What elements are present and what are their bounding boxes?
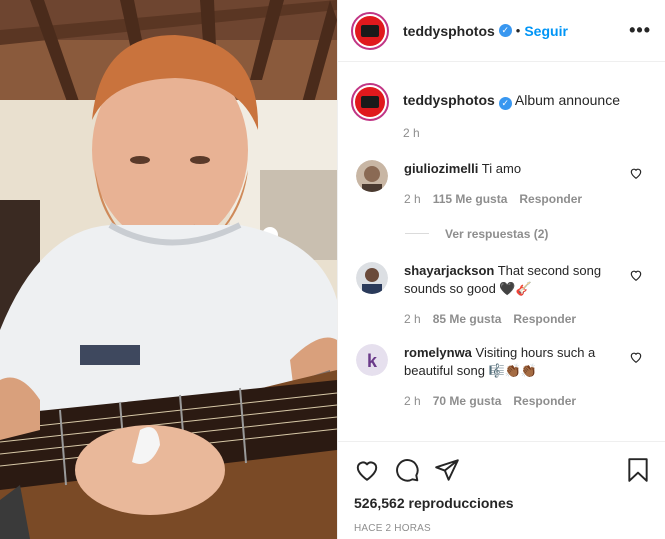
share-icon[interactable] (434, 457, 460, 483)
reply-button[interactable]: Responder (513, 310, 576, 328)
like-comment-icon[interactable] (629, 268, 643, 282)
reply-button[interactable]: Responder (513, 392, 576, 410)
post-header: teddysphotos ✓ • Seguir ••• (338, 0, 665, 62)
svg-text:k: k (367, 351, 378, 371)
more-options-icon[interactable]: ••• (629, 20, 651, 41)
verified-icon: ✓ (498, 24, 512, 37)
post-panel: teddysphotos ✓ • Seguir ••• teddysphotos… (337, 0, 665, 539)
caption-time[interactable]: 2 h (403, 124, 620, 142)
like-comment-icon[interactable] (629, 166, 643, 180)
author-username[interactable]: teddysphotos (403, 23, 495, 39)
comment: shayarjackson That second song sounds so… (351, 261, 651, 328)
follow-button[interactable]: Seguir (524, 23, 568, 39)
comment-time[interactable]: 2 h (404, 190, 421, 208)
caption-username[interactable]: teddysphotos (403, 92, 495, 108)
verified-icon: ✓ (498, 96, 512, 110)
heart-icon[interactable] (354, 457, 380, 483)
comment-time[interactable]: 2 h (404, 392, 421, 410)
comment: k romelynwa Visiting hours such a beauti… (351, 343, 651, 410)
comment-username[interactable]: romelynwa (404, 345, 472, 360)
comment-likes[interactable]: 115 Me gusta (433, 190, 508, 208)
comments-section[interactable]: teddysphotos ✓ Album announce 2 h giulioz… (338, 63, 665, 441)
caption-text: Album announce (514, 92, 620, 108)
comment-time[interactable]: 2 h (404, 310, 421, 328)
commenter-avatar[interactable] (356, 261, 388, 294)
comment-username[interactable]: shayarjackson (404, 263, 494, 278)
comment-username[interactable]: giuliozimelli (404, 161, 478, 176)
post-video[interactable] (0, 0, 337, 539)
views-count[interactable]: 526,562 reproducciones (354, 495, 651, 511)
comment: giuliozimelli Ti amo 2 h 115 Me gusta Re… (351, 159, 651, 208)
replies-divider (405, 233, 429, 234)
commenter-avatar[interactable] (356, 159, 388, 192)
comment-likes[interactable]: 70 Me gusta (433, 392, 502, 410)
post-actions: 526,562 reproducciones HACE 2 HORAS (338, 441, 665, 539)
view-replies-button[interactable]: Ver respuestas (2) (405, 227, 651, 241)
comment-text: Ti amo (481, 160, 522, 176)
header-separator: • (515, 23, 521, 38)
comment-icon[interactable] (394, 457, 420, 483)
bookmark-icon[interactable] (625, 457, 651, 483)
view-replies-label: Ver respuestas (2) (445, 226, 549, 241)
video-frame (0, 0, 337, 539)
commenter-avatar[interactable]: k (356, 343, 388, 376)
caption-avatar[interactable] (351, 83, 389, 121)
reply-button[interactable]: Responder (519, 190, 582, 208)
comment-likes[interactable]: 85 Me gusta (433, 310, 502, 328)
post-caption: teddysphotos ✓ Album announce 2 h (351, 83, 651, 142)
post-timestamp[interactable]: HACE 2 HORAS (354, 523, 651, 534)
like-comment-icon[interactable] (629, 350, 643, 364)
author-avatar[interactable] (351, 11, 389, 50)
